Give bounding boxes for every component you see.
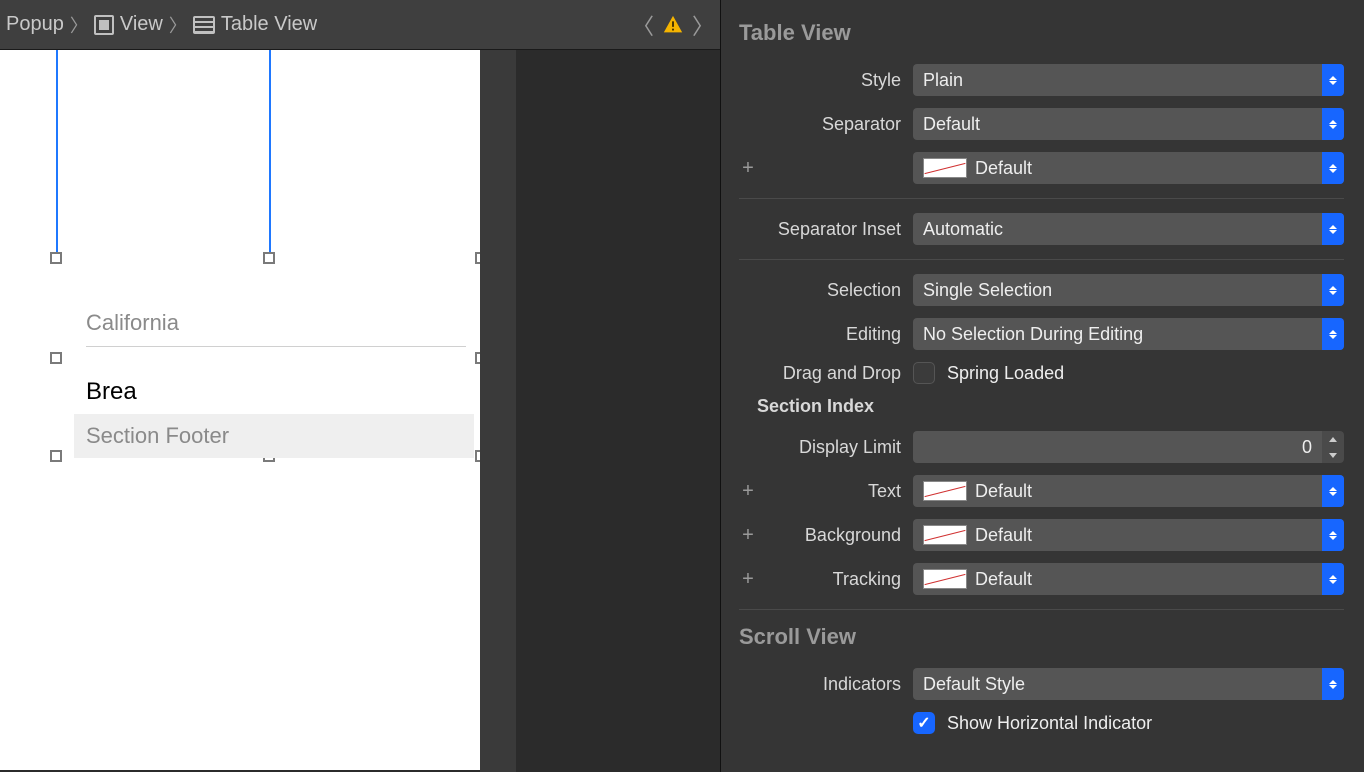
section-index-title: Section Index [757, 396, 1344, 417]
add-button[interactable]: + [739, 568, 757, 591]
canvas[interactable]: California Brea Section Footer [0, 50, 720, 772]
dropdown-value: Single Selection [923, 280, 1052, 301]
nav-back-button[interactable]: 〈 [632, 9, 654, 41]
divider [739, 259, 1344, 260]
chevron-right-icon: 〉 [165, 12, 191, 38]
nav-group: 〈 〉 [632, 9, 714, 41]
indicators-label: Indicators [769, 674, 901, 695]
show-horizontal-checkbox[interactable] [913, 712, 935, 734]
show-horizontal-label: Show Horizontal Indicator [947, 713, 1152, 734]
color-well[interactable] [923, 481, 967, 501]
breadcrumb-label: View [120, 13, 163, 36]
breadcrumb-item-view[interactable]: View [94, 13, 163, 36]
tableview-icon [193, 16, 215, 34]
dropdown-value: Default [975, 525, 1032, 546]
divider [739, 198, 1344, 199]
dropdown-stepper-icon [1322, 563, 1344, 595]
add-button[interactable]: + [739, 480, 757, 503]
color-well[interactable] [923, 158, 967, 178]
display-limit-input[interactable] [913, 431, 1322, 463]
editor-pane: Popup 〉 View 〉 Table View 〈 〉 [0, 0, 720, 772]
dropdown-value: Default [975, 569, 1032, 590]
separator-color-dropdown[interactable]: Default [913, 152, 1344, 184]
tracking-color-label: Tracking [769, 569, 901, 590]
dropdown-stepper-icon [1322, 213, 1344, 245]
breadcrumb-item-popup[interactable]: Popup [6, 13, 64, 36]
selection-handle[interactable] [50, 450, 62, 462]
nav-forward-button[interactable]: 〉 [692, 9, 714, 41]
background-color-dropdown[interactable]: Default [913, 519, 1344, 551]
table-section-header[interactable]: California [86, 310, 466, 336]
breadcrumb-label: Table View [221, 13, 317, 36]
chevron-right-icon: 〉 [66, 12, 92, 38]
view-icon [94, 15, 114, 35]
style-label: Style [769, 70, 901, 91]
section-separator [86, 346, 466, 347]
selection-label: Selection [769, 280, 901, 301]
dropdown-stepper-icon [1322, 274, 1344, 306]
constraint-guide [269, 50, 271, 260]
dropdown-stepper-icon [1322, 475, 1344, 507]
table-cell-text[interactable]: Brea [86, 378, 137, 406]
footer-label: Section Footer [86, 423, 229, 449]
dropdown-value: No Selection During Editing [923, 324, 1143, 345]
selection-dropdown[interactable]: Single Selection [913, 274, 1344, 306]
spring-loaded-label: Spring Loaded [947, 363, 1064, 384]
dropdown-stepper-icon [1322, 668, 1344, 700]
add-button[interactable]: + [739, 524, 757, 547]
separator-inset-label: Separator Inset [769, 219, 901, 240]
editing-dropdown[interactable]: No Selection During Editing [913, 318, 1344, 350]
separator-dropdown[interactable]: Default [913, 108, 1344, 140]
breadcrumb: Popup 〉 View 〉 Table View [6, 12, 317, 38]
breadcrumb-toolbar: Popup 〉 View 〉 Table View 〈 〉 [0, 0, 720, 50]
dropdown-value: Default [975, 158, 1032, 179]
warning-icon[interactable] [662, 14, 684, 36]
tracking-color-dropdown[interactable]: Default [913, 563, 1344, 595]
text-color-label: Text [769, 481, 901, 502]
dropdown-stepper-icon [1322, 108, 1344, 140]
selection-handle[interactable] [50, 252, 62, 264]
table-section-footer[interactable]: Section Footer [74, 414, 474, 458]
dropdown-value: Default [923, 114, 980, 135]
style-dropdown[interactable]: Plain [913, 64, 1344, 96]
inspector-section-title: Table View [739, 20, 1344, 46]
dragdrop-label: Drag and Drop [769, 363, 901, 384]
dropdown-stepper-icon [1322, 519, 1344, 551]
separator-label: Separator [769, 114, 901, 135]
dropdown-value: Default Style [923, 674, 1025, 695]
color-well[interactable] [923, 569, 967, 589]
text-color-dropdown[interactable]: Default [913, 475, 1344, 507]
canvas-divider [480, 50, 516, 772]
dropdown-value: Automatic [923, 219, 1003, 240]
spring-loaded-checkbox[interactable] [913, 362, 935, 384]
dropdown-stepper-icon [1322, 152, 1344, 184]
divider [739, 609, 1344, 610]
dropdown-stepper-icon [1322, 318, 1344, 350]
device-frame: California Brea Section Footer [0, 50, 480, 770]
separator-inset-dropdown[interactable]: Automatic [913, 213, 1344, 245]
dropdown-value: Plain [923, 70, 963, 91]
breadcrumb-label: Popup [6, 13, 64, 36]
editing-label: Editing [769, 324, 901, 345]
dropdown-value: Default [975, 481, 1032, 502]
add-button[interactable]: + [739, 157, 757, 180]
display-limit-stepper[interactable] [1322, 431, 1344, 463]
breadcrumb-item-tableview[interactable]: Table View [193, 13, 317, 36]
color-well[interactable] [923, 525, 967, 545]
inspector-panel: Table View Style Plain Separator Default… [720, 0, 1364, 772]
constraint-guide [56, 50, 58, 260]
dropdown-stepper-icon [1322, 64, 1344, 96]
indicators-dropdown[interactable]: Default Style [913, 668, 1344, 700]
background-color-label: Background [769, 525, 901, 546]
selection-handle[interactable] [263, 252, 275, 264]
selection-handle[interactable] [50, 352, 62, 364]
display-limit-label: Display Limit [769, 437, 901, 458]
inspector-section-title: Scroll View [739, 624, 1344, 650]
